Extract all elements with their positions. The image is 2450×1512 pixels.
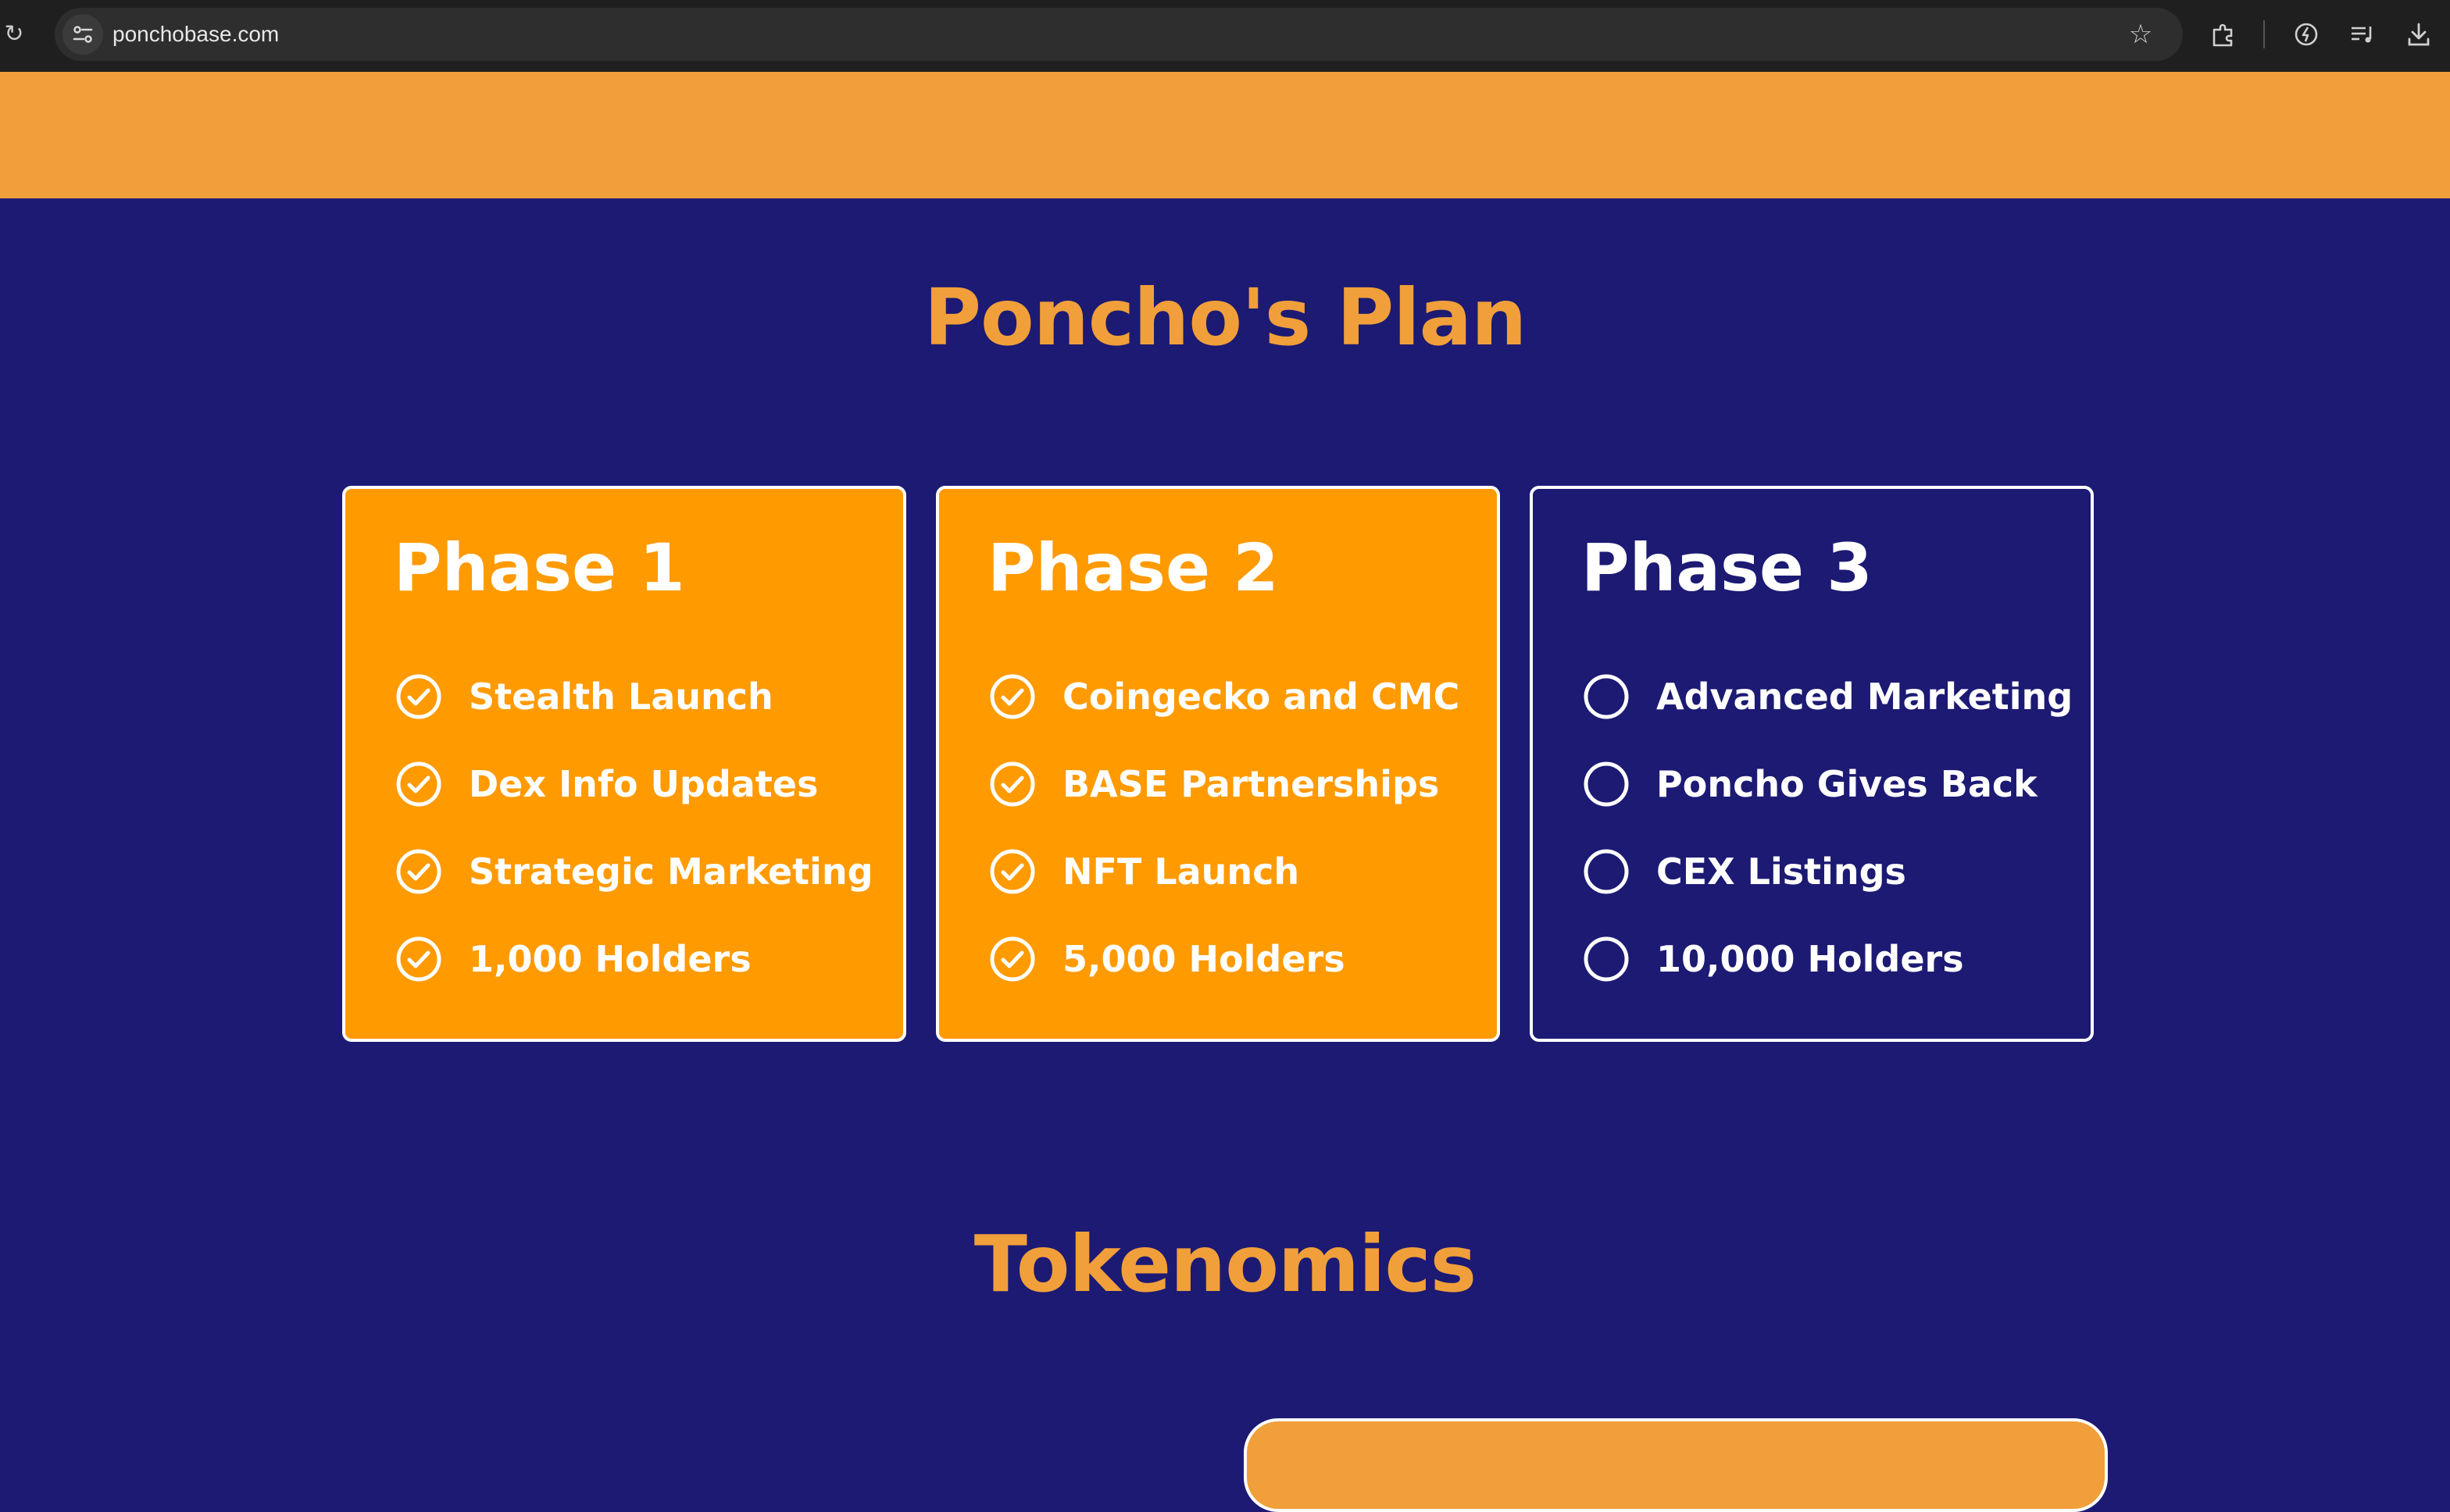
empty-circle-icon xyxy=(1581,672,1631,722)
check-circle-icon xyxy=(988,672,1038,722)
list-item: Coingecko and CMC xyxy=(988,653,1459,740)
phase-item-label: Strategic Marketing xyxy=(469,850,873,893)
empty-circle-icon xyxy=(1581,759,1631,809)
download-icon[interactable] xyxy=(2400,16,2438,53)
bookmark-star-icon[interactable]: ☆ xyxy=(2123,17,2158,52)
phase-card-1: Phase 1 Stealth Launch Dex Info Updates … xyxy=(342,486,906,1042)
check-circle-icon xyxy=(988,934,1038,984)
reload-icon[interactable]: ↻ xyxy=(0,19,28,50)
phase-title: Phase 3 xyxy=(1581,530,1873,606)
media-controls-icon[interactable] xyxy=(2344,16,2381,53)
phase-item-label: BASE Partnerships xyxy=(1062,763,1440,805)
phase-item-label: Stealth Launch xyxy=(469,676,773,718)
check-circle-icon xyxy=(988,847,1038,897)
phase-items: Coingecko and CMC BASE Partnerships NFT … xyxy=(988,653,1459,1003)
tokenomics-card xyxy=(1244,1418,2108,1512)
check-circle-icon xyxy=(394,847,444,897)
phase-card-3: Phase 3 Advanced Marketing Poncho Gives … xyxy=(1530,486,2094,1042)
list-item: 10,000 Holders xyxy=(1581,915,2073,1003)
browser-toolbar: ↻ ponchobase.com ☆ xyxy=(0,0,2450,72)
phase-title: Phase 1 xyxy=(394,530,685,606)
phase-items: Stealth Launch Dex Info Updates Strategi… xyxy=(394,653,873,1003)
toolbar-divider xyxy=(2263,20,2265,48)
empty-circle-icon xyxy=(1581,847,1631,897)
phase-items: Advanced Marketing Poncho Gives Back CEX… xyxy=(1581,653,2073,1003)
list-item: Strategic Marketing xyxy=(394,828,873,915)
phase-item-label: 10,000 Holders xyxy=(1656,938,1964,980)
performance-icon[interactable] xyxy=(2288,16,2325,53)
plan-title: Poncho's Plan xyxy=(923,272,1527,363)
address-bar[interactable]: ponchobase.com ☆ xyxy=(55,8,2183,61)
phase-card-2: Phase 2 Coingecko and CMC BASE Partnersh… xyxy=(936,486,1500,1042)
list-item: 5,000 Holders xyxy=(988,915,1459,1003)
list-item: BASE Partnerships xyxy=(988,740,1459,828)
phase-item-label: Advanced Marketing xyxy=(1656,676,2073,718)
list-item: NFT Launch xyxy=(988,828,1459,915)
phase-item-label: CEX Listings xyxy=(1656,850,1906,893)
header-band xyxy=(0,72,2450,198)
check-circle-icon xyxy=(394,934,444,984)
list-item: Stealth Launch xyxy=(394,653,873,740)
list-item: 1,000 Holders xyxy=(394,915,873,1003)
url-text[interactable]: ponchobase.com xyxy=(112,8,279,61)
list-item: Poncho Gives Back xyxy=(1581,740,2073,828)
check-circle-icon xyxy=(394,672,444,722)
phase-title: Phase 2 xyxy=(988,530,1279,606)
list-item: CEX Listings xyxy=(1581,828,2073,915)
tokenomics-title: Tokenomics xyxy=(973,1218,1477,1310)
check-circle-icon xyxy=(988,759,1038,809)
list-item: Dex Info Updates xyxy=(394,740,873,828)
phase-item-label: 1,000 Holders xyxy=(469,938,752,980)
phase-item-label: Poncho Gives Back xyxy=(1656,763,2038,805)
phase-item-label: NFT Launch xyxy=(1062,850,1300,893)
site-info-icon[interactable] xyxy=(62,14,103,55)
extensions-icon[interactable] xyxy=(2205,16,2242,53)
phase-item-label: Dex Info Updates xyxy=(469,763,819,805)
phase-item-label: 5,000 Holders xyxy=(1062,938,1345,980)
phase-item-label: Coingecko and CMC xyxy=(1062,676,1460,718)
list-item: Advanced Marketing xyxy=(1581,653,2073,740)
empty-circle-icon xyxy=(1581,934,1631,984)
check-circle-icon xyxy=(394,759,444,809)
